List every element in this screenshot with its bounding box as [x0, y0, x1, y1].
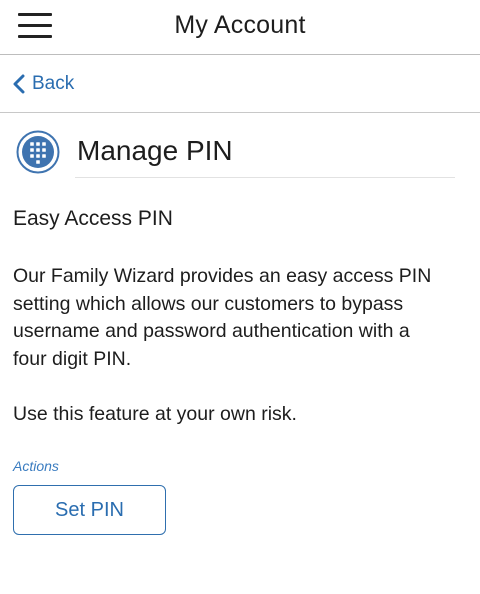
section-title: Easy Access PIN [13, 207, 173, 230]
warning-text: Use this feature at your own risk. [13, 403, 297, 425]
back-label: Back [32, 73, 75, 94]
keypad-icon [16, 130, 60, 174]
page-heading: Manage PIN [16, 130, 466, 180]
back-bar: Back [0, 56, 480, 113]
top-header: My Account [0, 0, 480, 55]
chevron-left-icon [13, 74, 25, 94]
back-button[interactable]: Back [12, 71, 74, 97]
page-title: Manage PIN [77, 135, 233, 166]
description-text: Our Family Wizard provides an easy acces… [13, 265, 432, 370]
app-screen: My Account Back Manage PIN Easy Access P… [0, 0, 480, 594]
header-title: My Account [174, 11, 306, 39]
actions-label: Actions [13, 458, 59, 474]
title-divider [75, 177, 455, 178]
set-pin-button[interactable]: Set PIN [13, 485, 166, 535]
